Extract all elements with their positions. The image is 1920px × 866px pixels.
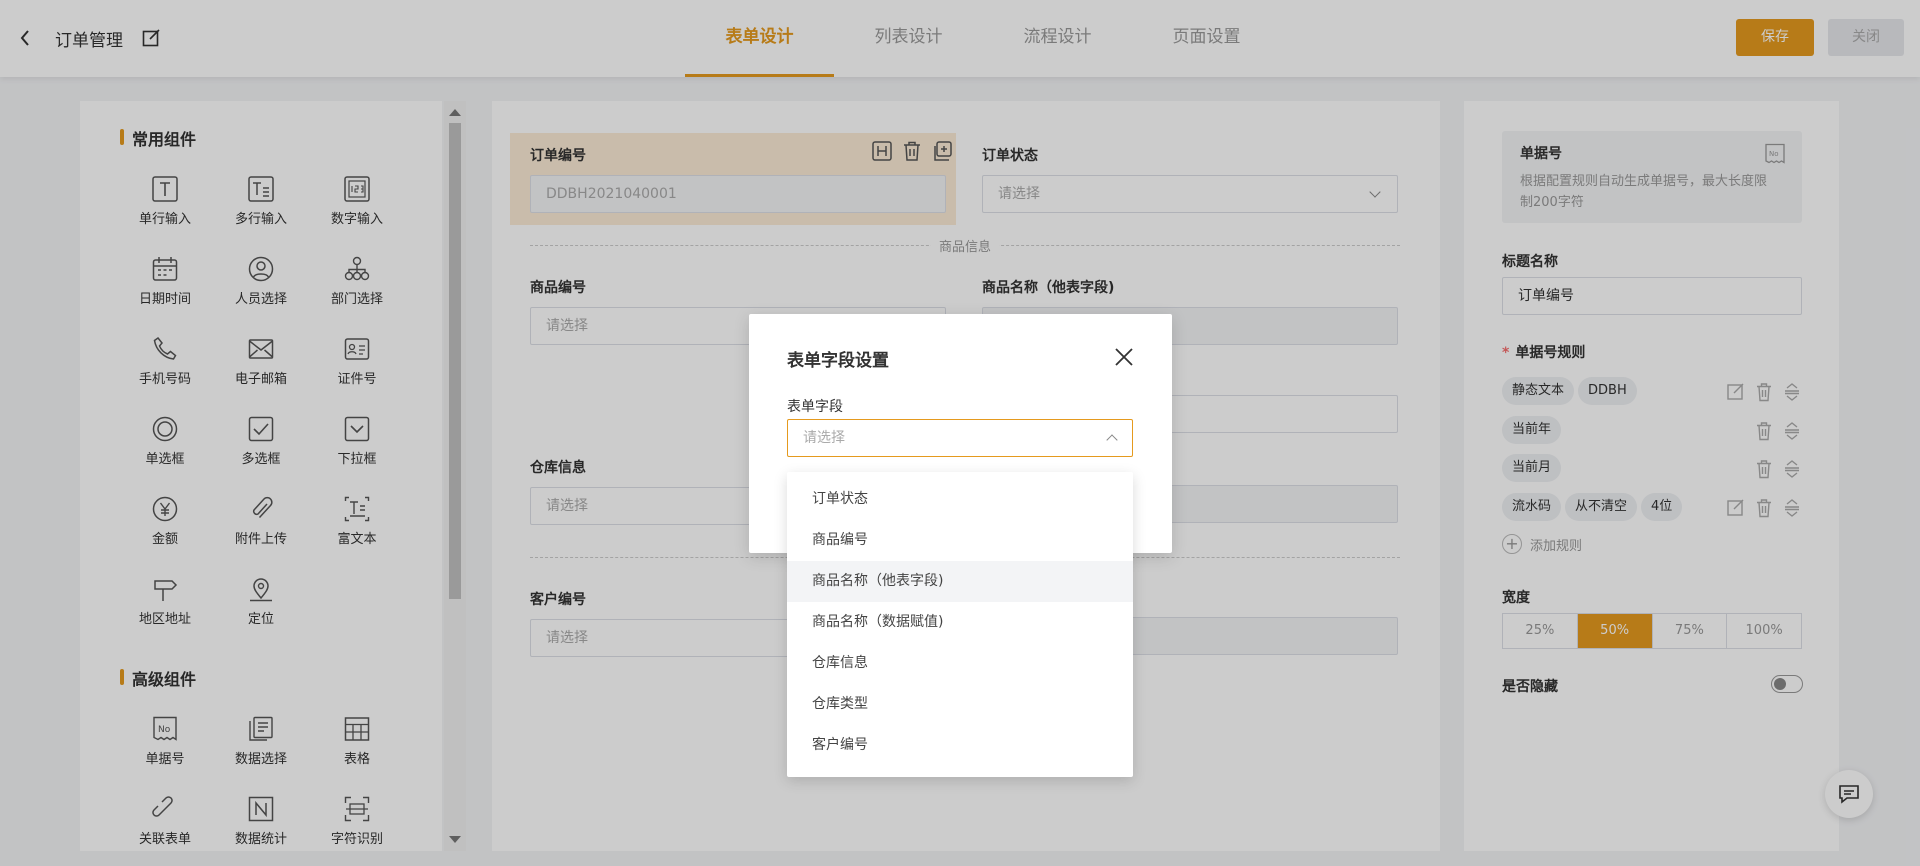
dropdown-option[interactable]: 仓库信息 (787, 643, 1133, 684)
dropdown-option-hover[interactable]: 商品名称（他表字段) (787, 561, 1133, 602)
dialog-title: 表单字段设置 (787, 351, 889, 371)
close-icon[interactable] (1114, 347, 1134, 367)
form-field-dropdown: 订单状态 商品编号 商品名称（他表字段) 商品名称（数据赋值) 仓库信息 仓库类… (787, 472, 1133, 777)
dropdown-option[interactable]: 仓库类型 (787, 684, 1133, 725)
form-field-select[interactable]: 请选择 (787, 419, 1133, 457)
dropdown-option[interactable]: 客户编号 (787, 725, 1133, 766)
dropdown-option[interactable]: 订单状态 (787, 479, 1133, 520)
dropdown-option[interactable]: 商品编号 (787, 520, 1133, 561)
dropdown-option[interactable]: 商品名称（数据赋值) (787, 602, 1133, 643)
form-field-label: 表单字段 (787, 399, 843, 415)
